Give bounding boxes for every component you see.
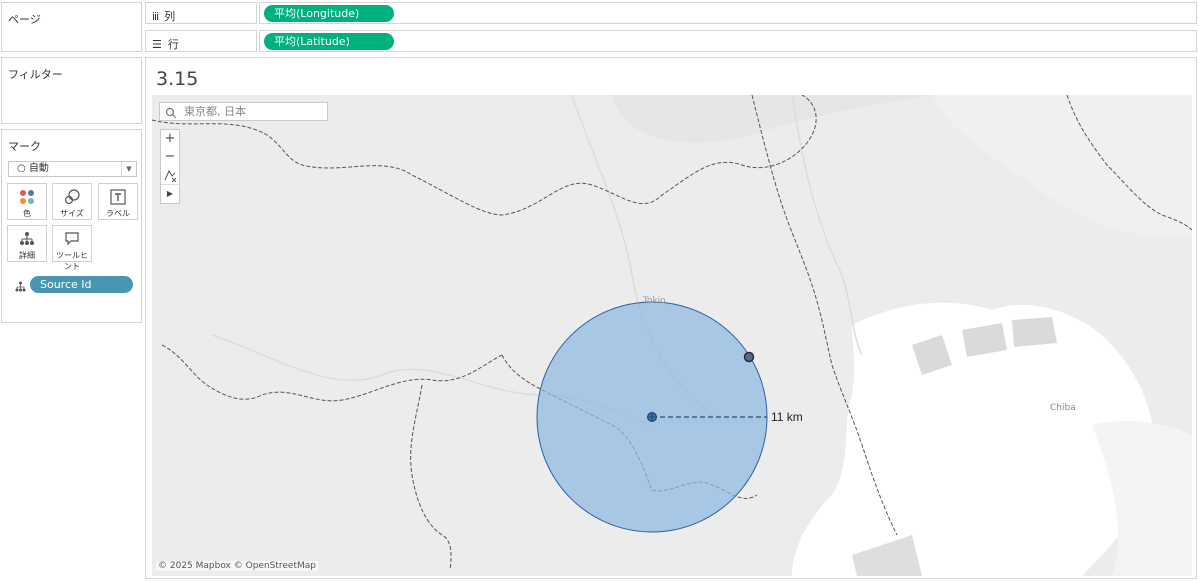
zoom-in-button[interactable]: + [161,130,179,148]
radius-circle[interactable] [152,95,1192,576]
chiba-label: Chiba [1050,403,1076,413]
source-id-pill[interactable]: Source Id [30,276,133,293]
size-icon [64,189,80,205]
text-icon [110,189,126,205]
mark-type-value: 自動 [28,163,49,174]
detail-label: 詳細 [19,251,35,260]
tooltip-button[interactable]: ツールヒント [52,225,92,271]
pages-card[interactable]: ページ [1,2,142,52]
map-search-input[interactable]: 東京都, 日本 [159,102,328,121]
columns-drop-area[interactable]: 平均(Longitude) [259,2,1197,24]
tokyo-label: Tokio [643,296,666,306]
marks-card: マーク ○ 自動 ▼ 色 サイズ ラベル 詳細 ツールヒント Source Id [1,129,142,323]
map-view[interactable]: 11 km Tokio Chiba 東京都, 日本 + − ▶ © 2025 M… [152,95,1192,576]
detail-button[interactable]: 詳細 [7,225,47,262]
map-controls: + − ▶ [160,129,180,204]
color-button[interactable]: 色 [7,183,47,220]
map-tools-icon [164,169,177,183]
tooltip-icon [65,232,79,246]
rows-shelf: ☰ 行 [145,30,257,52]
color-icon [20,190,34,204]
rows-label: 行 [167,38,179,51]
label-button[interactable]: ラベル [98,183,138,220]
longitude-pill[interactable]: 平均(Longitude) [264,5,394,22]
tooltip-label: ツールヒント [56,251,88,271]
zoom-out-button[interactable]: − [161,148,179,166]
map-attribution[interactable]: © 2025 Mapbox © OpenStreetMap [156,561,318,571]
sheet-title: 3.15 [156,68,199,90]
chevron-down-icon[interactable]: ▼ [121,162,136,176]
detail-icon [15,281,26,292]
pages-title: ページ [8,13,41,26]
columns-shelf: iii 列 [145,2,257,24]
color-label: 色 [23,209,31,218]
mark-type-dropdown[interactable]: ○ 自動 ▼ [8,161,137,177]
circle-icon: ○ [17,163,29,174]
label-label: ラベル [106,209,130,218]
expand-toolbar-button[interactable]: ▶ [161,184,179,203]
latitude-pill[interactable]: 平均(Latitude) [264,33,394,50]
columns-icon: iii [152,9,159,23]
size-button[interactable]: サイズ [52,183,92,220]
radius-label: 11 km [771,410,803,424]
columns-label: 列 [164,10,176,23]
rows-icon: ☰ [152,37,162,51]
search-icon [165,107,177,119]
filters-title: フィルター [8,68,63,81]
pan-select-button[interactable] [161,166,179,184]
filters-card[interactable]: フィルター [1,57,142,124]
marks-title: マーク [8,140,41,153]
size-label: サイズ [60,209,84,218]
detail-icon [20,232,34,245]
rows-drop-area[interactable]: 平均(Latitude) [259,30,1197,52]
